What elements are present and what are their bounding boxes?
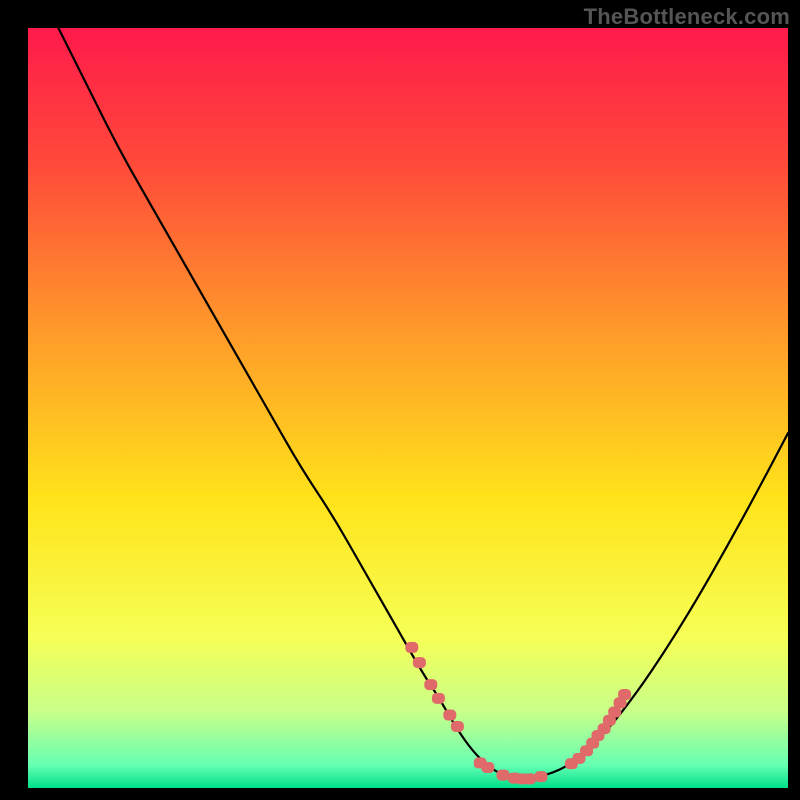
data-marker [443,710,456,721]
chart-plot-background [28,28,788,788]
data-marker [523,773,536,784]
data-marker [481,762,494,773]
data-marker [424,679,437,690]
data-marker [413,657,426,668]
data-marker [618,689,631,700]
data-marker [451,721,464,732]
watermark-label: TheBottleneck.com [584,4,790,30]
data-marker [535,771,548,782]
data-marker [405,642,418,653]
data-marker [497,770,510,781]
chart-container: TheBottleneck.com [0,0,800,800]
data-marker [432,693,445,704]
bottleneck-chart [0,0,800,800]
